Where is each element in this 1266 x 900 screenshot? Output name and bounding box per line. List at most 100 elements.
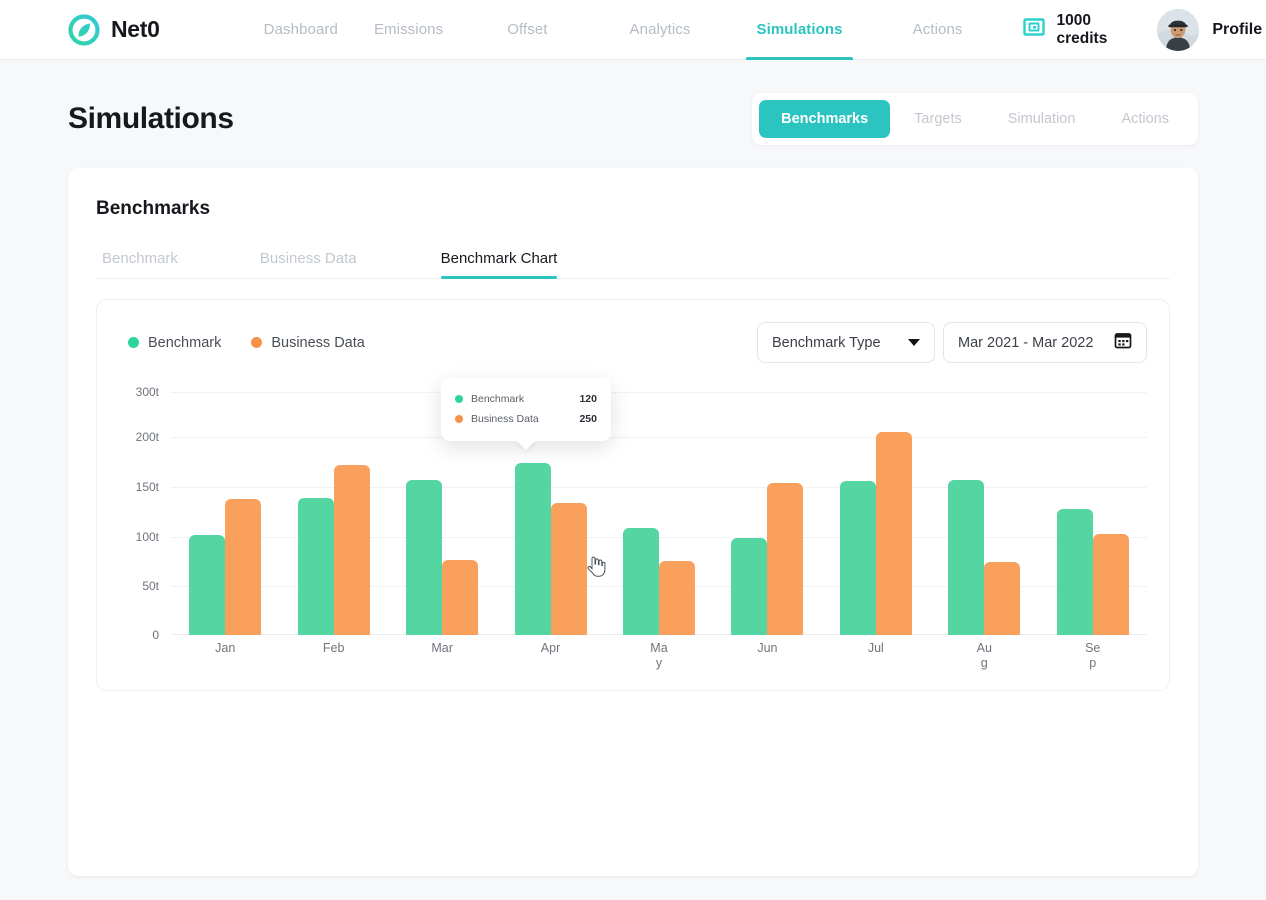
y-tick-0: 0 xyxy=(152,628,159,642)
tab-benchmark[interactable]: Benchmark xyxy=(96,250,198,278)
nav-link-dashboard[interactable]: Dashboard xyxy=(246,0,356,60)
tab-business-data[interactable]: Business Data xyxy=(240,250,377,278)
tooltip-dot-benchmark-icon xyxy=(455,395,463,403)
bar-business-feb[interactable] xyxy=(333,465,370,635)
benchmark-chart-panel: Benchmark Business Data Benchmark Type M… xyxy=(96,299,1170,691)
y-axis: 300t 200t 150t 100t 50t 0 xyxy=(119,385,165,642)
legend-dot-business-data-icon xyxy=(251,337,263,348)
legend-item-business-data[interactable]: Business Data xyxy=(251,335,365,351)
nav-link-analytics[interactable]: Analytics xyxy=(612,0,709,60)
bar-group-may[interactable] xyxy=(605,385,713,635)
bar-group-sep[interactable] xyxy=(1039,385,1147,635)
chart-legend: Benchmark Business Data xyxy=(128,335,365,351)
calendar-icon xyxy=(1114,331,1132,354)
x-axis: Jan Feb Mar Apr May Jun Jul Aug Sep xyxy=(171,641,1147,671)
credits-label: 1000 credits xyxy=(1056,11,1108,47)
tooltip-value-benchmark: 120 xyxy=(579,393,597,405)
page-header: Simulations Benchmarks Targets Simulatio… xyxy=(0,88,1266,150)
x-label-jul: Jul xyxy=(867,641,884,655)
benchmark-type-select[interactable]: Benchmark Type xyxy=(757,322,935,363)
tooltip-name-business-data: Business Data xyxy=(471,413,539,425)
bar-group-jun[interactable] xyxy=(713,385,821,635)
bar-group-jan[interactable] xyxy=(171,385,279,635)
tooltip-dot-business-data-icon xyxy=(455,415,463,423)
profile-label: Profile xyxy=(1212,20,1263,38)
segment-benchmarks[interactable]: Benchmarks xyxy=(759,100,891,138)
bar-business-sep[interactable] xyxy=(1092,534,1129,635)
bar-group-jul[interactable] xyxy=(822,385,930,635)
y-tick-100: 100t xyxy=(135,530,159,544)
page-title: Simulations xyxy=(68,102,234,135)
legend-label-business-data: Business Data xyxy=(271,334,365,351)
bar-business-jan[interactable] xyxy=(225,499,262,635)
nav-link-simulations[interactable]: Simulations xyxy=(738,0,860,60)
x-label-may: May xyxy=(650,641,668,670)
bar-benchmark-mar[interactable] xyxy=(406,480,443,635)
x-label-apr: Apr xyxy=(540,641,561,655)
x-label-jan: Jan xyxy=(215,641,236,655)
bar-benchmark-jan[interactable] xyxy=(189,535,226,635)
chart-bars xyxy=(171,385,1147,635)
x-label-sep: Sep xyxy=(1085,641,1101,670)
x-label-mar: Mar xyxy=(431,641,453,655)
credits-card-icon xyxy=(1022,16,1045,43)
bar-business-jul[interactable] xyxy=(875,432,912,635)
chart-controls: Benchmark Type Mar 2021 - Mar 2022 xyxy=(757,322,1147,363)
bar-benchmark-feb[interactable] xyxy=(297,498,334,635)
segment-targets[interactable]: Targets xyxy=(892,100,984,138)
segment-actions[interactable]: Actions xyxy=(1099,100,1191,138)
tab-benchmark-chart[interactable]: Benchmark Chart xyxy=(421,250,578,279)
legend-item-benchmark[interactable]: Benchmark xyxy=(128,335,221,351)
net0-leaf-logo-icon xyxy=(68,13,100,46)
segment-simulation[interactable]: Simulation xyxy=(986,100,1098,138)
brand-logo[interactable]: Net0 xyxy=(68,13,160,46)
chart-tooltip: Benchmark 120 Business Data 250 xyxy=(441,378,611,450)
legend-label-benchmark: Benchmark xyxy=(148,334,222,351)
bar-benchmark-apr[interactable] xyxy=(514,463,551,635)
nav-link-emissions[interactable]: Emissions xyxy=(356,0,461,60)
y-tick-200: 200t xyxy=(135,430,159,444)
bar-benchmark-jun[interactable] xyxy=(731,538,768,635)
y-tick-300: 300t xyxy=(135,385,159,399)
tooltip-row-benchmark: Benchmark 120 xyxy=(455,389,597,409)
user-avatar xyxy=(1157,8,1200,51)
date-range-value: Mar 2021 - Mar 2022 xyxy=(958,334,1094,351)
bar-business-apr[interactable] xyxy=(550,503,587,635)
card-tabs: Benchmark Business Data Benchmark Chart xyxy=(96,250,1170,279)
y-tick-150: 150t xyxy=(135,480,159,494)
tooltip-row-business-data: Business Data 250 xyxy=(455,409,597,429)
credits-indicator[interactable]: 1000 credits xyxy=(1022,11,1108,48)
benchmarks-card: Benchmarks Benchmark Business Data Bench… xyxy=(68,168,1198,876)
benchmark-type-value: Benchmark Type xyxy=(772,334,881,351)
bar-group-aug[interactable] xyxy=(930,385,1038,635)
nav-link-offset[interactable]: Offset xyxy=(489,0,565,60)
x-label-jun: Jun xyxy=(757,641,778,655)
profile-menu[interactable]: Profile xyxy=(1157,8,1266,51)
chart-plot-area: 300t 200t 150t 100t 50t 0 Jan Feb Mar Ap… xyxy=(119,378,1147,677)
tooltip-value-business-data: 250 xyxy=(579,413,597,425)
bar-business-mar[interactable] xyxy=(442,560,479,635)
main-nav-links: Dashboard Emissions Offset Analytics Sim… xyxy=(246,0,981,60)
bar-business-aug[interactable] xyxy=(984,562,1021,635)
section-segmented-control: Benchmarks Targets Simulation Actions xyxy=(752,93,1198,145)
x-label-feb: Feb xyxy=(322,641,345,655)
tooltip-name-benchmark: Benchmark xyxy=(471,393,525,405)
bar-benchmark-jul[interactable] xyxy=(839,481,876,635)
bar-group-feb[interactable] xyxy=(279,385,387,635)
tooltip-arrow-icon xyxy=(516,440,536,450)
x-label-aug: Aug xyxy=(976,641,992,670)
bar-benchmark-may[interactable] xyxy=(622,528,659,635)
top-navigation-bar: Net0 Dashboard Emissions Offset Analytic… xyxy=(0,0,1266,60)
nav-link-actions[interactable]: Actions xyxy=(895,0,981,60)
bar-business-may[interactable] xyxy=(658,561,695,635)
card-title: Benchmarks xyxy=(96,198,211,219)
legend-dot-benchmark-icon xyxy=(128,337,139,348)
bar-benchmark-sep[interactable] xyxy=(1056,509,1093,635)
chevron-down-icon xyxy=(908,339,920,346)
chart-toolbar: Benchmark Business Data Benchmark Type M… xyxy=(119,322,1147,363)
y-tick-50: 50t xyxy=(142,579,159,593)
bar-business-jun[interactable] xyxy=(767,483,804,635)
bar-benchmark-aug[interactable] xyxy=(948,480,985,635)
brand-name: Net0 xyxy=(111,16,160,42)
date-range-picker[interactable]: Mar 2021 - Mar 2022 xyxy=(943,322,1147,363)
